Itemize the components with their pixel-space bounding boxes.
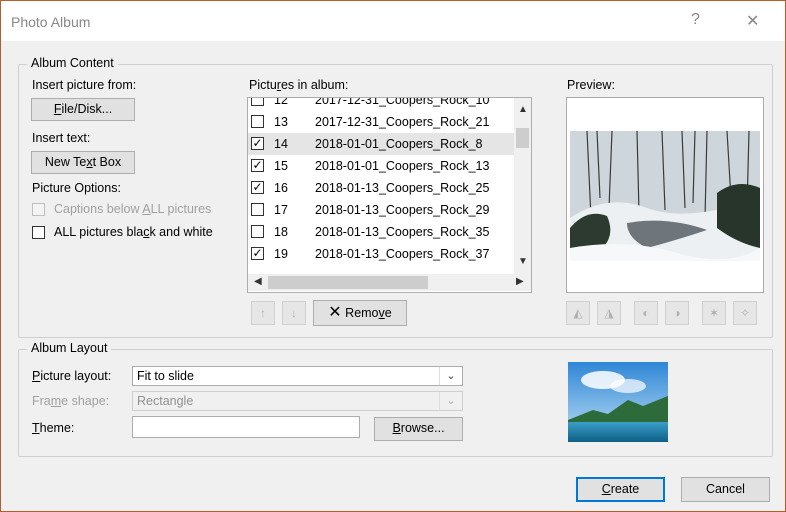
browse-button[interactable]: Browse... [374, 417, 463, 441]
picture-number: 15 [274, 159, 288, 173]
scroll-right-icon[interactable]: ▶ [516, 276, 524, 287]
theme-label: Theme: [32, 421, 75, 435]
picture-name: 2018-01-13_Coopers_Rock_35 [315, 225, 490, 239]
frame-shape-value: Rectangle [137, 394, 194, 408]
captions-label: Captions below ALL pictures [54, 202, 212, 216]
picture-name: 2018-01-01_Coopers_Rock_13 [315, 159, 490, 173]
picture-name: 2017-12-31_Coopers_Rock_21 [315, 115, 490, 129]
contrast-more-icon: ◐ [642, 306, 650, 320]
picture-checkbox[interactable]: ✓ [251, 247, 264, 260]
picture-checkbox[interactable] [251, 203, 264, 216]
picture-number: 12 [274, 97, 288, 107]
preview-label: Preview: [567, 78, 615, 92]
dialog-title: Photo Album [11, 14, 91, 30]
picture-name: 2017-12-31_Coopers_Rock_10 [315, 97, 490, 107]
close-icon[interactable]: ✕ [746, 11, 759, 31]
picture-checkbox[interactable] [251, 98, 264, 106]
move-down-button[interactable]: ↓ [282, 301, 306, 325]
pictures-list: 12 2017-12-31_Coopers_Rock_10 13 2017-12-31… [248, 97, 514, 265]
picture-checkbox[interactable]: ✓ [251, 181, 264, 194]
rotate-right-button: ◮ [597, 301, 621, 325]
picture-layout-label: Picture layout: [32, 369, 112, 383]
black-white-label: ALL pictures black and white [54, 225, 213, 239]
rotate-left-icon: ◭ [573, 306, 583, 320]
contrast-less-icon: ◑ [673, 306, 681, 320]
preview-image [567, 98, 763, 292]
picture-number: 18 [274, 225, 288, 239]
scroll-left-icon[interactable]: ◀ [254, 276, 262, 287]
brightness-more-icon: ✶ [708, 306, 720, 320]
remove-x-icon: ✕ [328, 304, 342, 321]
preview-box [566, 97, 764, 293]
contrast-less-button: ◑ [665, 301, 689, 325]
picture-number: 19 [274, 247, 288, 261]
black-white-checkbox[interactable] [32, 226, 45, 239]
captions-checkbox [32, 203, 45, 216]
picture-checkbox[interactable]: ✓ [251, 137, 264, 150]
brightness-less-button: ✧ [733, 301, 757, 325]
list-item[interactable]: ✓ 14 2018-01-01_Coopers_Rock_8 [248, 133, 514, 155]
picture-number: 14 [274, 137, 288, 151]
create-button[interactable]: Create [576, 477, 665, 502]
title-bar: Photo Album ? ✕ [1, 1, 785, 41]
pictures-in-album-label: Pictures in album: [249, 78, 349, 92]
chevron-down-icon: ⌄ [439, 392, 462, 410]
scroll-down-icon[interactable]: ▼ [518, 256, 528, 267]
picture-number: 13 [274, 115, 288, 129]
brightness-more-button: ✶ [702, 301, 726, 325]
chevron-down-icon[interactable]: ⌄ [439, 367, 462, 385]
h-scroll-thumb[interactable] [268, 276, 428, 289]
rotate-left-button: ◭ [566, 301, 590, 325]
layout-thumbnail [568, 362, 668, 442]
picture-name: 2018-01-13_Coopers_Rock_37 [315, 247, 490, 261]
insert-picture-label: Insert picture from: [32, 78, 137, 92]
arrow-down-icon: ↓ [291, 306, 297, 320]
file-disk-button[interactable]: File/Disk... [31, 98, 135, 121]
list-item[interactable]: 13 2017-12-31_Coopers_Rock_21 [248, 111, 514, 133]
photo-album-dialog: Photo Album ? ✕ Album Content Insert pic… [0, 0, 786, 512]
picture-name: 2018-01-13_Coopers_Rock_29 [315, 203, 490, 217]
vertical-scrollbar[interactable]: ▲ ▼ [514, 98, 531, 274]
new-text-box-button[interactable]: New Text Box [31, 151, 135, 174]
list-item[interactable]: 17 2018-01-13_Coopers_Rock_29 [248, 199, 514, 221]
move-up-button[interactable]: ↑ [251, 301, 275, 325]
picture-layout-value: Fit to slide [137, 369, 194, 383]
picture-name: 2018-01-01_Coopers_Rock_8 [315, 137, 483, 151]
picture-options-label: Picture Options: [32, 181, 121, 195]
picture-checkbox[interactable] [251, 115, 264, 128]
list-item[interactable]: ✓ 19 2018-01-13_Coopers_Rock_37 [248, 243, 514, 265]
scroll-thumb[interactable] [516, 128, 529, 148]
theme-input[interactable] [132, 416, 360, 438]
brightness-less-icon: ✧ [739, 306, 751, 320]
rotate-right-icon: ◮ [604, 306, 614, 320]
arrow-up-icon: ↑ [260, 306, 266, 320]
picture-number: 17 [274, 203, 288, 217]
frame-shape-label: Frame shape: [32, 394, 110, 408]
horizontal-scrollbar[interactable]: ◀ ▶ [248, 274, 531, 291]
remove-button[interactable]: ✕ Remove [313, 300, 407, 326]
insert-text-label: Insert text: [32, 131, 91, 145]
list-item[interactable]: 18 2018-01-13_Coopers_Rock_35 [248, 221, 514, 243]
picture-number: 16 [274, 181, 288, 195]
album-layout-legend: Album Layout [27, 341, 112, 355]
picture-checkbox[interactable] [251, 225, 264, 238]
scroll-up-icon[interactable]: ▲ [518, 104, 528, 115]
help-button[interactable]: ? [691, 11, 700, 29]
list-item[interactable]: 12 2017-12-31_Coopers_Rock_10 [248, 97, 514, 111]
list-item[interactable]: ✓ 16 2018-01-13_Coopers_Rock_25 [248, 177, 514, 199]
picture-checkbox[interactable]: ✓ [251, 159, 264, 172]
cancel-button[interactable]: Cancel [681, 477, 770, 502]
album-content-legend: Album Content [27, 56, 118, 70]
contrast-more-button: ◐ [634, 301, 658, 325]
picture-layout-select[interactable]: Fit to slide ⌄ [132, 366, 463, 386]
picture-name: 2018-01-13_Coopers_Rock_25 [315, 181, 490, 195]
frame-shape-select: Rectangle ⌄ [132, 391, 463, 411]
list-item[interactable]: ✓ 15 2018-01-01_Coopers_Rock_13 [248, 155, 514, 177]
pictures-listbox[interactable]: 12 2017-12-31_Coopers_Rock_10 13 2017-12-31… [247, 97, 532, 293]
